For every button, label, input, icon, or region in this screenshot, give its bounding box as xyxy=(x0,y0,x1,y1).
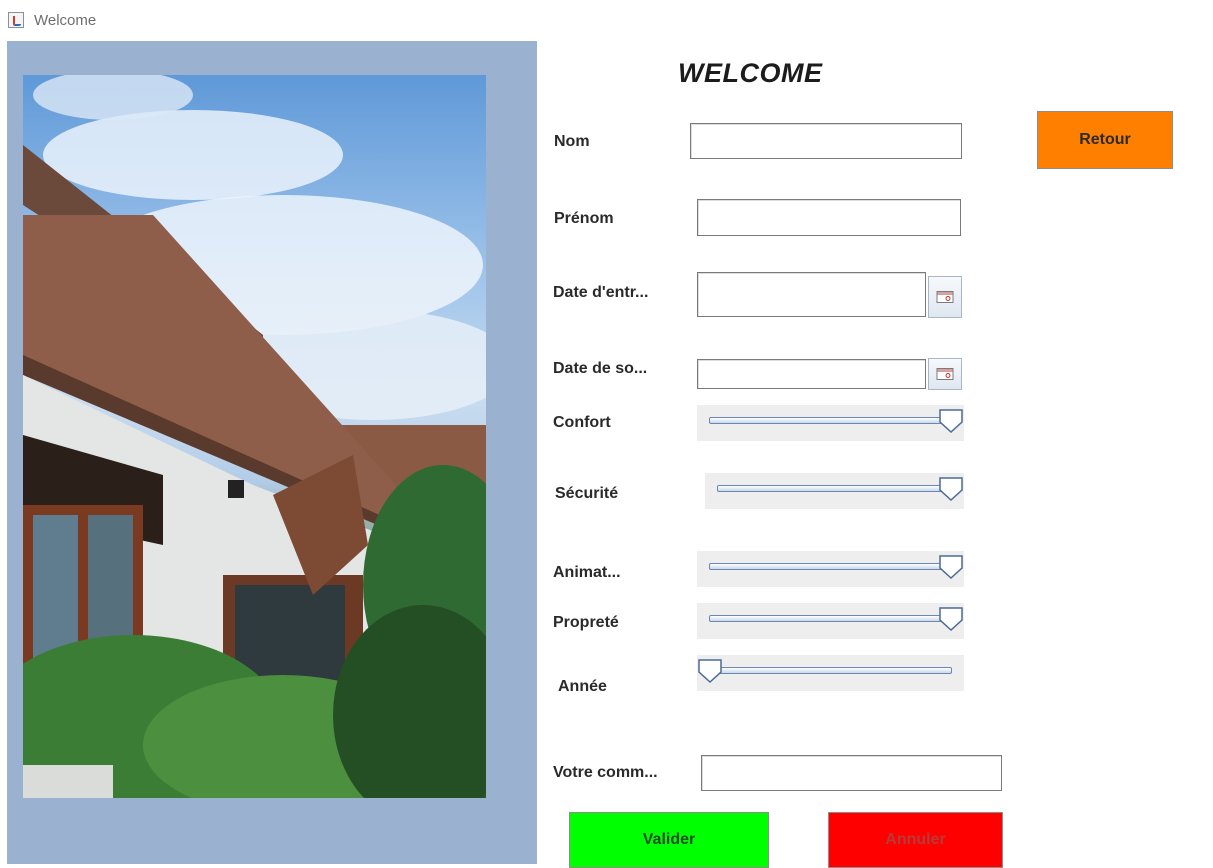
retour-button[interactable]: Retour xyxy=(1037,111,1173,169)
nom-input[interactable] xyxy=(691,124,961,158)
date-sortie-label: Date de so... xyxy=(553,360,648,377)
date-entree-label: Date d'entr... xyxy=(553,284,649,301)
commentaire-label: Votre comm... xyxy=(553,764,658,781)
slider-thumb[interactable] xyxy=(938,606,964,632)
nom-label: Nom xyxy=(554,133,590,150)
annee-slider[interactable] xyxy=(697,655,964,691)
slider-track xyxy=(709,563,952,570)
proprete-label: Propreté xyxy=(553,614,619,631)
slider-thumb[interactable] xyxy=(938,408,964,434)
slider-track xyxy=(709,615,952,622)
securite-label: Sécurité xyxy=(555,485,619,502)
java-app-icon xyxy=(8,12,24,28)
date-sortie-input[interactable] xyxy=(698,360,925,388)
annuler-button[interactable]: Annuler xyxy=(828,812,1003,868)
date-entree-field[interactable] xyxy=(697,272,926,317)
annee-label: Année xyxy=(558,678,607,695)
securite-slider[interactable] xyxy=(705,473,964,509)
prenom-label: Prénom xyxy=(554,210,614,227)
title-bar: Welcome xyxy=(0,0,1213,40)
proprete-slider[interactable] xyxy=(697,603,964,639)
window-title: Welcome xyxy=(34,12,97,29)
calendar-icon xyxy=(936,291,954,303)
page-title: WELCOME xyxy=(678,58,823,88)
slider-track xyxy=(717,485,952,492)
calendar-icon xyxy=(936,368,954,380)
slider-track xyxy=(709,417,952,424)
date-sortie-field[interactable] xyxy=(697,359,926,389)
slider-thumb[interactable] xyxy=(697,658,723,684)
prenom-input[interactable] xyxy=(698,200,960,235)
confort-label: Confort xyxy=(553,414,611,431)
date-sortie-calendar-button[interactable] xyxy=(928,358,962,390)
animation-slider[interactable] xyxy=(697,551,964,587)
animation-label: Animat... xyxy=(553,564,621,581)
nom-field[interactable] xyxy=(690,123,962,159)
slider-thumb[interactable] xyxy=(938,554,964,580)
slider-thumb[interactable] xyxy=(938,476,964,502)
house-photo xyxy=(23,75,486,798)
date-entree-input[interactable] xyxy=(698,273,925,316)
prenom-field[interactable] xyxy=(697,199,961,236)
commentaire-field[interactable] xyxy=(701,755,1002,791)
date-entree-calendar-button[interactable] xyxy=(928,276,962,318)
commentaire-input[interactable] xyxy=(702,756,1001,790)
valider-button[interactable]: Valider xyxy=(569,812,769,868)
slider-track xyxy=(709,667,952,674)
confort-slider[interactable] xyxy=(697,405,964,441)
